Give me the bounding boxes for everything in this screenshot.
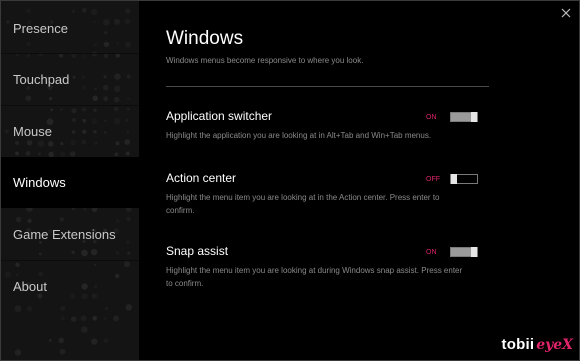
sidebar-item-mouse[interactable]: Mouse bbox=[1, 106, 139, 157]
toggle-group: OFF bbox=[426, 174, 478, 184]
toggle-state-label: OFF bbox=[426, 175, 440, 183]
sidebar-item-label: Windows bbox=[13, 175, 66, 190]
sidebar-item-windows[interactable]: Windows bbox=[1, 157, 139, 208]
toggle-state-label: ON bbox=[426, 248, 437, 256]
toggle-state-label: ON bbox=[426, 113, 437, 121]
toggle-knob bbox=[471, 112, 477, 122]
toggle-group: ON bbox=[426, 247, 478, 257]
page-title: Windows bbox=[166, 28, 244, 49]
sidebar-item-presence[interactable]: Presence bbox=[1, 3, 139, 54]
sidebar-item-label: Game Extensions bbox=[13, 227, 116, 242]
close-icon bbox=[561, 8, 571, 18]
settings-window: Presence Touchpad Mouse Windows Game Ext… bbox=[0, 0, 580, 361]
sidebar-item-label: About bbox=[13, 279, 47, 294]
sidebar-item-label: Touchpad bbox=[13, 72, 70, 87]
setting-snap-assist: Snap assist Highlight the menu item you … bbox=[166, 244, 478, 290]
toggle-knob bbox=[471, 247, 477, 257]
snap-assist-toggle[interactable] bbox=[450, 247, 478, 257]
main-panel: Windows Windows menus become responsive … bbox=[139, 1, 579, 360]
sidebar-item-game-extensions[interactable]: Game Extensions bbox=[1, 209, 139, 260]
page-subtitle: Windows menus become responsive to where… bbox=[166, 56, 364, 65]
setting-action-center: Action center Highlight the menu item yo… bbox=[166, 171, 478, 217]
setting-description: Highlight the menu item you are looking … bbox=[166, 193, 440, 215]
brand-product: eyeX bbox=[536, 337, 573, 353]
toggle-group: ON bbox=[426, 112, 478, 122]
setting-application-switcher: Application switcher Highlight the appli… bbox=[166, 109, 478, 142]
sidebar-item-touchpad[interactable]: Touchpad bbox=[1, 54, 139, 105]
header-divider bbox=[166, 86, 489, 87]
sidebar-item-label: Presence bbox=[13, 21, 68, 36]
application-switcher-toggle[interactable] bbox=[450, 112, 478, 122]
toggle-knob bbox=[451, 174, 457, 184]
sidebar-item-label: Mouse bbox=[13, 124, 53, 139]
setting-description: Highlight the menu item you are looking … bbox=[166, 266, 463, 288]
sidebar-item-about[interactable]: About bbox=[1, 261, 139, 312]
setting-description: Highlight the application you are lookin… bbox=[166, 131, 432, 140]
close-button[interactable] bbox=[559, 6, 573, 20]
brand-name: tobii bbox=[501, 336, 535, 353]
tobii-eyex-logo: tobii eyeX bbox=[502, 336, 573, 353]
sidebar: Presence Touchpad Mouse Windows Game Ext… bbox=[1, 1, 139, 360]
action-center-toggle[interactable] bbox=[450, 174, 478, 184]
